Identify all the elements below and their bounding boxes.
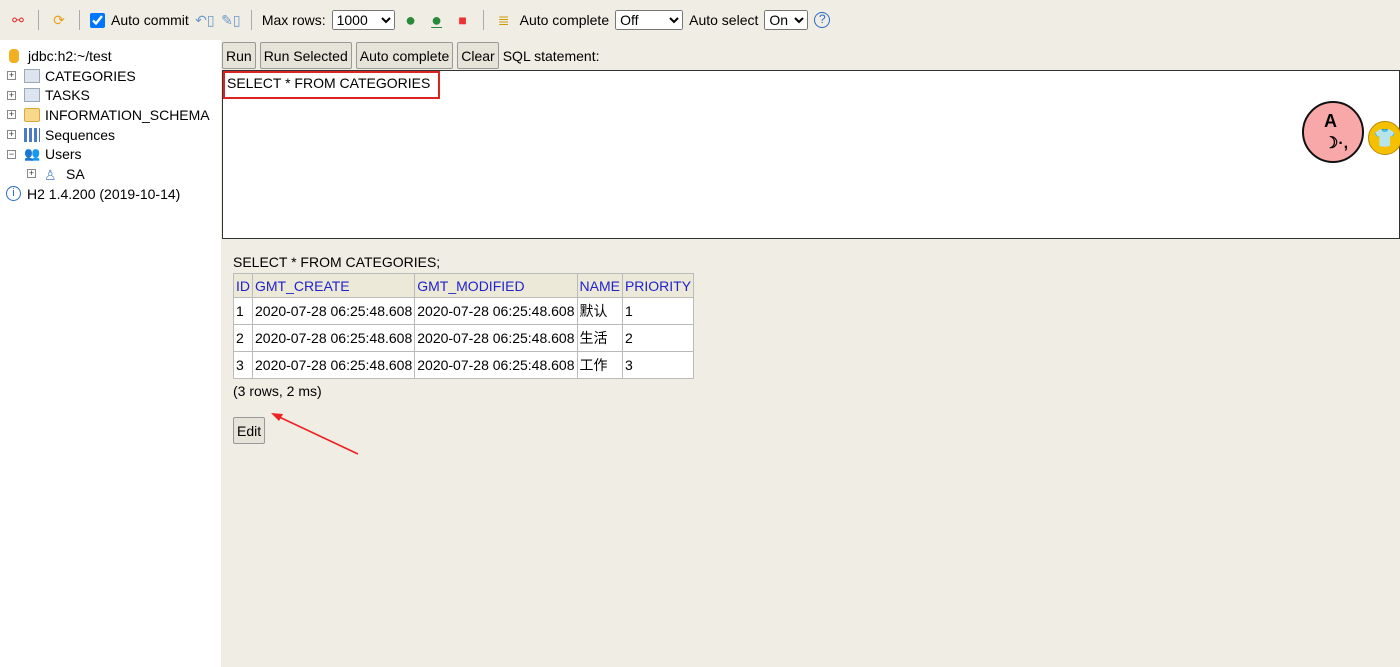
history-icon[interactable]: ≣ [494,10,514,30]
column-header[interactable]: NAME [576,273,623,298]
refresh-icon[interactable]: ⟳ [49,10,69,30]
table-cell: 2020-07-28 06:25:48.608 [414,351,578,379]
column-header[interactable]: GMT_MODIFIED [414,273,578,298]
folder-icon [24,107,40,122]
auto-commit-checkbox[interactable] [90,12,105,28]
info-icon: i [6,186,21,202]
table-cell: 默认 [576,297,623,325]
expand-icon[interactable]: + [7,90,16,100]
table-cell: 3 [621,351,695,379]
result-table: ID GMT_CREATE GMT_MODIFIED NAME PRIORITY 1 20… [233,273,695,379]
connection-label: jdbc:h2:~/test [28,47,112,64]
tree-item-label: SA [66,165,85,182]
sql-text: SELECT * FROM CATEGORIES [227,75,431,91]
table-cell: 2020-07-28 06:25:48.608 [251,351,416,379]
rollback-icon[interactable]: ↶▯ [195,10,215,30]
divider [250,10,252,30]
table-cell: 2 [621,324,695,352]
collapse-icon[interactable]: − [7,149,16,159]
divider [38,10,39,30]
tree-item-tasks[interactable]: + TASKS [0,85,221,105]
version-info: i H2 1.4.200 (2019-10-14) [0,184,221,204]
run-selected-icon[interactable]: ● [427,10,447,30]
tree-item-label: Sequences [45,126,116,143]
table-row: 1 2020-07-28 06:25:48.608 2020-07-28 06:25… [233,297,695,325]
table-cell: 1 [621,297,695,325]
tree-item-information-schema[interactable]: + INFORMATION_SCHEMA [0,105,221,125]
main-panel: Run Run Selected Auto complete Clear SQL… [221,40,1400,667]
tree-item-label: TASKS [45,87,90,104]
table-row: 3 2020-07-28 06:25:48.608 2020-07-28 06:25… [233,351,695,379]
run-selected-button[interactable]: Run Selected [259,42,352,69]
tree-item-label: Users [45,146,82,163]
auto-select-select[interactable]: On [764,10,809,30]
max-rows-select[interactable]: 1000 [331,10,395,30]
tree-item-user-sa[interactable]: + ♙ SA [0,164,221,184]
column-header[interactable]: GMT_CREATE [251,273,416,298]
database-icon [9,48,19,63]
tree-item-label: CATEGORIES [45,67,136,84]
stop-icon[interactable]: ■ [453,10,473,30]
table-cell: 工作 [576,351,623,379]
users-icon: 👥 [24,146,41,162]
avatar: A ☽·, [1302,101,1364,163]
expand-icon[interactable]: + [27,169,36,179]
run-button[interactable]: Run [222,42,256,69]
sql-statement-label: SQL statement: [502,47,600,64]
table-cell: 生活 [576,324,623,352]
expand-icon[interactable]: + [7,71,16,81]
auto-select-label: Auto select [689,12,759,28]
auto-commit-label: Auto commit [111,12,189,28]
max-rows-label: Max rows: [261,12,326,28]
user-icon: ♙ [44,166,57,183]
sql-button-row: Run Run Selected Auto complete Clear SQL… [222,42,599,69]
auto-complete-button[interactable]: Auto complete [355,42,454,69]
column-header[interactable]: ID [233,273,253,298]
sql-editor[interactable]: SELECT * FROM CATEGORIES A ☽·, 👕 [222,70,1400,239]
toolbar: ⚯ ⟳ Auto commit ↶▯ ✎▯ Max rows: 1000 ● ●… [0,0,1400,40]
table-cell: 3 [233,351,253,379]
table-cell: 2020-07-28 06:25:48.608 [251,297,416,325]
tree-item-categories[interactable]: + CATEGORIES [0,66,221,86]
expand-icon[interactable]: + [7,110,16,120]
clear-button[interactable]: Clear [457,42,499,69]
connection-item[interactable]: jdbc:h2:~/test [0,46,221,66]
result-summary: (3 rows, 2 ms) [233,383,322,399]
expand-icon[interactable]: + [7,130,16,140]
commit-icon[interactable]: ✎▯ [221,10,241,30]
table-row: 2 2020-07-28 06:25:48.608 2020-07-28 06:25… [233,324,695,352]
tree-item-users[interactable]: − 👥 Users [0,144,221,164]
column-header[interactable]: PRIORITY [621,273,695,298]
shirt-icon[interactable]: 👕 [1368,121,1400,155]
table-icon [24,68,40,83]
auto-complete-label: Auto complete [519,12,610,28]
disconnect-icon[interactable]: ⚯ [8,10,28,30]
tree-item-label: INFORMATION_SCHEMA [45,106,210,123]
table-cell: 1 [233,297,253,325]
annotation-arrow [271,413,359,455]
sequence-icon [24,127,40,142]
table-cell: 2 [233,324,253,352]
table-cell: 2020-07-28 06:25:48.608 [414,297,578,325]
help-icon[interactable]: ? [814,12,831,28]
tree-item-sequences[interactable]: + Sequences [0,125,221,145]
version-label: H2 1.4.200 (2019-10-14) [27,185,181,202]
table-icon [24,88,40,103]
divider [79,10,80,30]
table-cell: 2020-07-28 06:25:48.608 [414,324,578,352]
run-icon[interactable]: ● [401,10,421,30]
divider [482,10,484,30]
result-query: SELECT * FROM CATEGORIES; [233,254,441,270]
auto-complete-select[interactable]: Off [615,10,684,30]
sidebar: jdbc:h2:~/test + CATEGORIES + TASKS + INFOR… [0,40,221,667]
table-cell: 2020-07-28 06:25:48.608 [251,324,416,352]
